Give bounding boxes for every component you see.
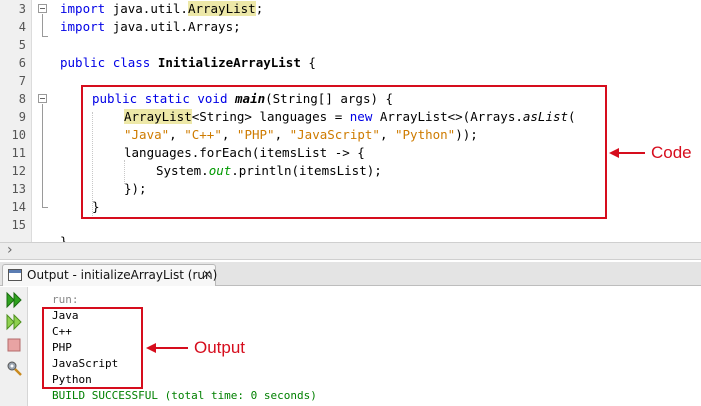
run-label: run: bbox=[52, 293, 79, 306]
code-annotation-label: Code bbox=[651, 143, 692, 162]
run-again-icon[interactable] bbox=[5, 291, 23, 309]
chevron-right-icon[interactable]: › bbox=[7, 242, 13, 258]
output-annotation: Output bbox=[146, 338, 245, 358]
pane-splitter[interactable]: › bbox=[0, 242, 701, 260]
class-name: ArrayList bbox=[187, 1, 256, 16]
arrow-shaft bbox=[156, 347, 188, 349]
class-name: InitializeArrayList bbox=[157, 55, 301, 70]
arrow-shaft bbox=[619, 152, 645, 154]
keyword: public bbox=[60, 55, 106, 70]
code-annotation: Code bbox=[609, 143, 692, 163]
output-annotation-label: Output bbox=[194, 338, 246, 357]
line-number: 15 bbox=[11, 218, 26, 232]
fold-toggle-icon[interactable] bbox=[38, 4, 47, 13]
package-name: java.util. bbox=[112, 1, 188, 16]
output-window-icon bbox=[8, 269, 22, 281]
line-number: 8 bbox=[18, 92, 26, 106]
line-number: 7 bbox=[18, 74, 26, 88]
keyword: import bbox=[60, 1, 106, 16]
line-number: 4 bbox=[18, 20, 26, 34]
arrow-left-icon bbox=[146, 343, 156, 353]
line-number: 9 bbox=[18, 110, 26, 124]
line-number: 10 bbox=[11, 128, 26, 142]
stop-icon[interactable] bbox=[5, 336, 23, 354]
output-pane: run: Java C++ PHP JavaScript Python BUIL… bbox=[0, 287, 701, 406]
code-line-4: import java.util.Arrays; bbox=[60, 19, 241, 35]
arrow-left-icon bbox=[609, 148, 619, 158]
code-line-3: import java.util.ArrayList; bbox=[60, 1, 263, 17]
output-toolbar bbox=[0, 287, 28, 406]
line-number: 3 bbox=[18, 2, 26, 16]
tab-output[interactable]: Output - initializeArrayList (run) × bbox=[2, 264, 218, 286]
package-name: java.util.Arrays; bbox=[112, 19, 241, 34]
fold-guide-end bbox=[42, 36, 48, 37]
close-icon[interactable]: × bbox=[202, 267, 212, 281]
code-line-15: } bbox=[60, 234, 68, 242]
line-number: 12 bbox=[11, 164, 26, 178]
fold-guide-end bbox=[42, 207, 48, 208]
line-number: 5 bbox=[18, 38, 26, 52]
code-editor[interactable]: 3 4 5 6 7 8 9 10 11 12 13 14 15 import j… bbox=[0, 0, 701, 242]
rerun-icon[interactable] bbox=[5, 313, 23, 331]
line-number: 6 bbox=[18, 56, 26, 70]
fold-guide bbox=[42, 14, 43, 36]
keyword: class bbox=[112, 55, 151, 70]
line-number: 11 bbox=[11, 146, 26, 160]
line-number: 13 bbox=[11, 182, 26, 196]
tab-output-label: Output - initializeArrayList (run) bbox=[27, 268, 218, 282]
output-highlight-box bbox=[42, 307, 143, 389]
build-status: BUILD SUCCESSFUL (total time: 0 seconds) bbox=[52, 389, 317, 402]
keyword: import bbox=[60, 19, 106, 34]
code-line-6: public class InitializeArrayList { bbox=[60, 55, 316, 71]
code-highlight-box bbox=[81, 85, 607, 219]
line-number: 14 bbox=[11, 200, 26, 214]
output-tab-bar: Output - initializeArrayList (run) × bbox=[0, 262, 701, 286]
settings-icon[interactable] bbox=[5, 359, 23, 377]
punctuation: { bbox=[308, 55, 316, 70]
fold-guide bbox=[42, 104, 43, 207]
line-number-gutter: 3 4 5 6 7 8 9 10 11 12 13 14 15 bbox=[0, 0, 32, 242]
fold-toggle-icon[interactable] bbox=[38, 94, 47, 103]
punctuation: ; bbox=[255, 1, 264, 16]
